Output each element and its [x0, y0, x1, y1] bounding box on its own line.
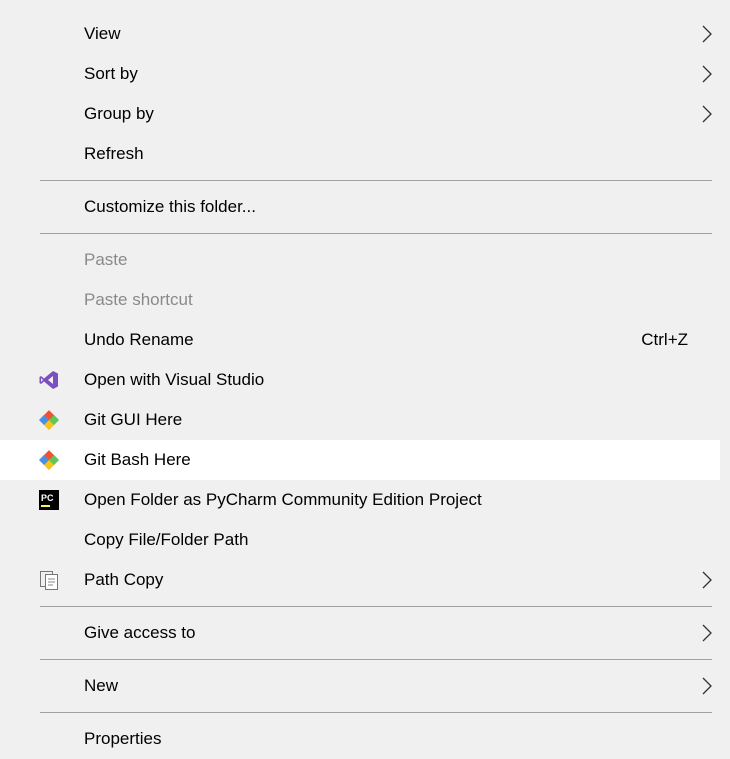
menu-item-sort-by[interactable]: Sort by: [0, 54, 720, 94]
menu-item-give-access[interactable]: Give access to: [0, 613, 720, 653]
menu-item-path-copy[interactable]: Path Copy: [0, 560, 720, 600]
menu-item-open-visual-studio[interactable]: Open with Visual Studio: [0, 360, 720, 400]
menu-item-label: Git Bash Here: [84, 450, 191, 469]
menu-separator: [40, 712, 712, 713]
menu-item-git-bash[interactable]: Git Bash Here: [0, 440, 720, 480]
menu-item-label: View: [84, 24, 121, 43]
chevron-right-icon: [702, 624, 712, 642]
git-gui-icon: [38, 409, 60, 431]
menu-item-label: Group by: [84, 104, 154, 123]
shortcut-text: Ctrl+Z: [641, 330, 688, 349]
svg-text:PC: PC: [41, 493, 54, 503]
menu-item-label: Give access to: [84, 623, 196, 642]
menu-item-label: Paste: [84, 250, 128, 269]
menu-item-open-pycharm[interactable]: PC Open Folder as PyCharm Community Edit…: [0, 480, 720, 520]
menu-item-label: Open Folder as PyCharm Community Edition…: [84, 490, 482, 509]
menu-separator: [40, 659, 712, 660]
menu-item-label: Paste shortcut: [84, 290, 193, 309]
chevron-right-icon: [702, 571, 712, 589]
chevron-right-icon: [702, 25, 712, 43]
menu-item-label: Sort by: [84, 64, 138, 83]
chevron-right-icon: [702, 65, 712, 83]
menu-item-label: New: [84, 676, 119, 695]
context-menu: View Sort by Group by Refresh Customize …: [0, 0, 730, 758]
menu-separator: [40, 233, 712, 234]
chevron-right-icon: [702, 105, 712, 123]
chevron-right-icon: [702, 677, 712, 695]
menu-item-customize-folder[interactable]: Customize this folder...: [0, 187, 720, 227]
menu-item-group-by[interactable]: Group by: [0, 94, 720, 134]
git-bash-icon: [38, 449, 60, 471]
path-copy-icon: [38, 569, 60, 591]
menu-item-paste[interactable]: Paste: [0, 240, 720, 280]
visual-studio-icon: [38, 369, 60, 391]
menu-item-new[interactable]: New: [0, 666, 720, 706]
menu-separator: [40, 606, 712, 607]
menu-item-label: Git GUI Here: [84, 410, 183, 429]
menu-item-label: Copy File/Folder Path: [84, 530, 249, 549]
menu-item-undo-rename[interactable]: Undo Rename Ctrl+Z: [0, 320, 720, 360]
menu-item-label: Path Copy: [84, 570, 164, 589]
menu-item-paste-shortcut[interactable]: Paste shortcut: [0, 280, 720, 320]
menu-item-refresh[interactable]: Refresh: [0, 134, 720, 174]
pycharm-icon: PC: [38, 489, 60, 511]
menu-separator: [40, 180, 712, 181]
menu-item-label: Customize this folder...: [84, 197, 256, 216]
menu-item-copy-path[interactable]: Copy File/Folder Path: [0, 520, 720, 560]
menu-item-properties[interactable]: Properties: [0, 719, 720, 759]
menu-item-label: Refresh: [84, 144, 144, 163]
menu-item-label: Properties: [84, 729, 162, 748]
menu-item-label: Open with Visual Studio: [84, 370, 265, 389]
menu-item-git-gui[interactable]: Git GUI Here: [0, 400, 720, 440]
menu-item-label: Undo Rename: [84, 330, 194, 349]
menu-item-view[interactable]: View: [0, 14, 720, 54]
